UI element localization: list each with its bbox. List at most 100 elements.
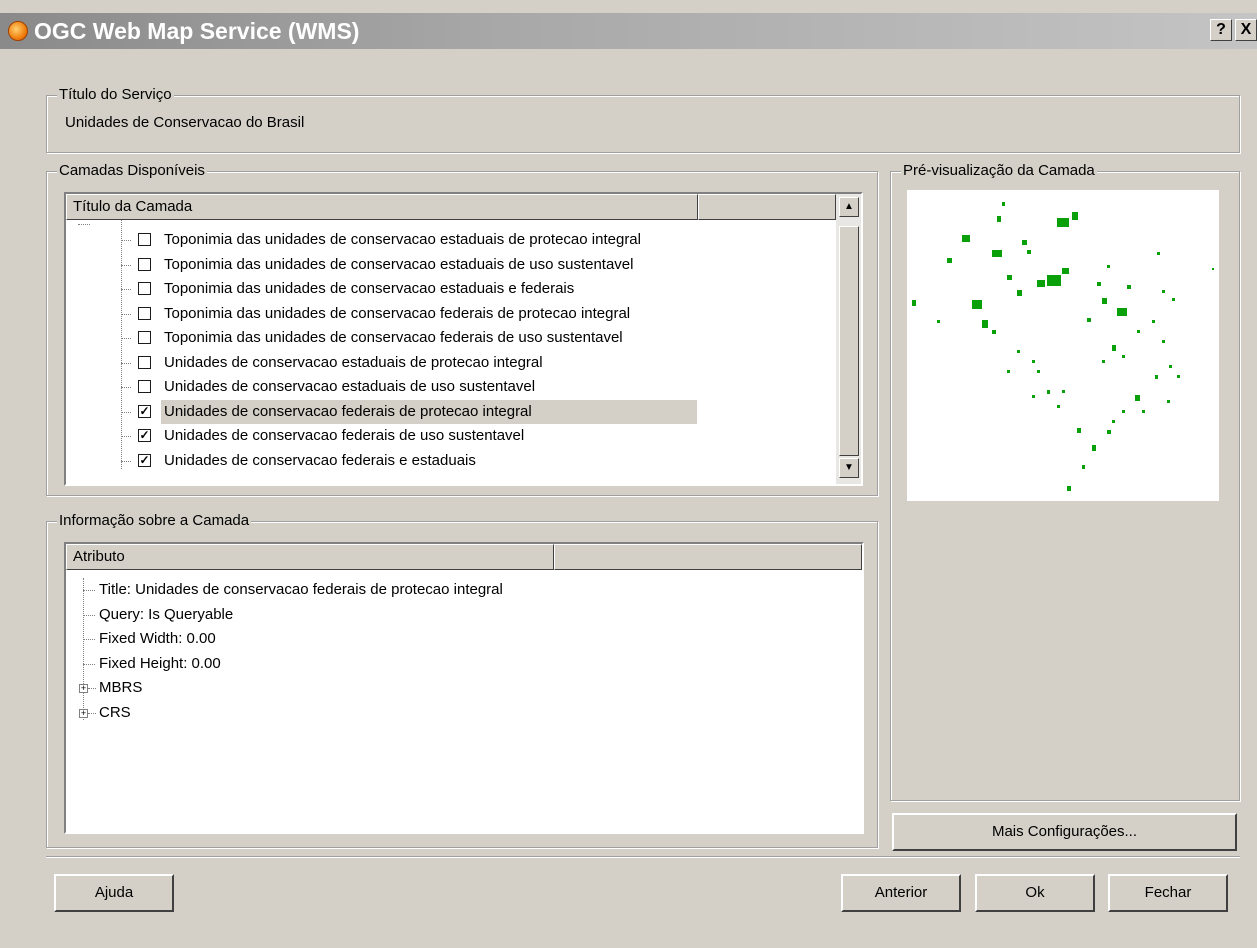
layer-label[interactable]: Toponimia das unidades de conservacao fe… — [161, 326, 626, 350]
checkmark-icon: ✓ — [139, 428, 150, 442]
layer-checkbox[interactable]: ✓ — [138, 403, 151, 418]
attribute-row[interactable]: Title: Unidades de conservacao federais … — [66, 578, 856, 602]
preview-feature — [1142, 410, 1145, 413]
layer-checkbox[interactable] — [138, 355, 151, 369]
preview-feature — [912, 300, 916, 306]
attributes-tree[interactable]: Atributo Title: Unidades de conservacao … — [64, 542, 864, 834]
preview-feature — [1007, 275, 1012, 280]
layer-preview-map — [907, 190, 1219, 501]
checkmark-icon: ✓ — [139, 403, 150, 418]
layer-title-column-header[interactable]: Título da Camada — [66, 194, 698, 220]
attribute-row[interactable]: Query: Is Queryable — [66, 603, 856, 627]
layer-label[interactable]: Unidades de conservacao estaduais de uso… — [161, 375, 538, 399]
preview-feature — [1017, 290, 1022, 296]
layer-row[interactable]: ✓ Unidades de conservacao federais de uso… — [66, 424, 836, 448]
layer-checkbox[interactable] — [138, 331, 151, 344]
layers-scrollbar[interactable]: ▲ ▼ — [836, 194, 861, 484]
layer-checkbox[interactable] — [138, 380, 151, 393]
service-title-value: Unidades de Conservacao do Brasil — [65, 114, 305, 131]
layer-label[interactable]: Toponimia das unidades de conservacao es… — [161, 277, 577, 301]
tree-connector — [88, 712, 96, 714]
layer-row[interactable]: ✓ Unidades de conservacao federais de pro… — [66, 399, 836, 424]
preview-feature — [1162, 340, 1165, 343]
preview-feature — [1092, 445, 1096, 451]
tree-connector — [121, 411, 131, 413]
attribute-value-column-header[interactable] — [554, 544, 862, 570]
tree-connector — [121, 460, 131, 462]
tree-connector — [121, 289, 131, 290]
attribute-label: MBRS — [99, 679, 143, 696]
layer-label[interactable]: Unidades de conservacao federais de uso … — [161, 424, 527, 448]
layers-tree[interactable]: Título da Camada Toponimia das unidades … — [64, 192, 863, 486]
layer-row[interactable]: Unidades de conservacao estaduais de pro… — [66, 351, 836, 375]
scroll-up-icon[interactable]: ▲ — [839, 197, 859, 217]
tree-connector — [121, 264, 131, 266]
preview-feature — [1062, 268, 1069, 274]
preview-feature — [1027, 250, 1031, 254]
layer-label[interactable]: Toponimia das unidades de conservacao es… — [161, 228, 644, 252]
layer-checkbox[interactable] — [138, 233, 151, 246]
scroll-thumb[interactable] — [839, 226, 859, 456]
attribute-row[interactable]: Fixed Height: 0.00 — [66, 652, 856, 676]
preview-feature — [1057, 405, 1060, 408]
preview-feature — [937, 320, 940, 323]
preview-feature — [1152, 320, 1155, 323]
layer-checkbox[interactable]: ✓ — [138, 453, 151, 467]
layer-row[interactable]: Toponimia das unidades de conservacao es… — [66, 228, 836, 252]
layer-label[interactable]: Toponimia das unidades de conservacao fe… — [161, 302, 633, 326]
close-button[interactable]: Fechar — [1108, 874, 1228, 912]
preview-feature — [1077, 428, 1081, 433]
layer-row[interactable]: Toponimia das unidades de conservacao es… — [66, 277, 836, 301]
layer-row[interactable]: Toponimia das unidades de conservacao fe… — [66, 302, 836, 326]
layer-row[interactable]: Toponimia das unidades de conservacao es… — [66, 253, 836, 277]
attribute-label: CRS — [99, 703, 131, 721]
window-title: OGC Web Map Service (WMS) — [34, 18, 360, 44]
preview-feature — [1032, 395, 1035, 398]
layer-extra-column-header[interactable] — [698, 194, 836, 220]
app-globe-icon — [8, 21, 28, 41]
preview-feature — [1057, 218, 1069, 227]
attribute-row[interactable]: + MBRS — [66, 676, 856, 700]
help-button[interactable]: Ajuda — [54, 874, 174, 912]
tree-connector — [121, 338, 131, 339]
preview-feature — [1157, 252, 1160, 255]
preview-feature — [992, 330, 996, 334]
attribute-column-header[interactable]: Atributo — [66, 544, 554, 570]
tree-connector — [121, 240, 131, 241]
expand-plus-icon[interactable]: + — [79, 684, 88, 693]
preview-feature — [1047, 275, 1061, 286]
close-icon[interactable]: X — [1235, 19, 1257, 41]
layer-checkbox[interactable] — [138, 257, 151, 271]
layer-checkbox[interactable] — [138, 282, 151, 295]
layer-checkbox[interactable]: ✓ — [138, 429, 151, 442]
ok-button[interactable]: Ok — [975, 874, 1095, 912]
preview-feature — [1112, 345, 1116, 351]
tree-connector — [121, 313, 131, 315]
footer-divider — [46, 856, 1240, 858]
back-button[interactable]: Anterior — [841, 874, 961, 912]
preview-map-image — [912, 202, 1214, 491]
preview-feature — [1037, 370, 1040, 373]
preview-feature — [1137, 330, 1140, 333]
layer-label[interactable]: Toponimia das unidades de conservacao es… — [161, 253, 636, 277]
tree-connector — [83, 663, 95, 665]
layer-checkbox[interactable] — [138, 306, 151, 320]
layer-row[interactable]: ✓ Unidades de conservacao federais e esta… — [66, 449, 836, 473]
more-settings-button[interactable]: Mais Configurações... — [892, 813, 1237, 851]
preview-feature — [1169, 365, 1172, 368]
layer-row[interactable]: Unidades de conservacao estaduais de uso… — [66, 375, 836, 399]
preview-feature — [1072, 212, 1078, 220]
preview-feature — [1062, 390, 1065, 393]
layer-label[interactable]: Unidades de conservacao estaduais de pro… — [161, 351, 546, 375]
attribute-row[interactable]: + CRS — [66, 701, 856, 725]
layer-label[interactable]: Unidades de conservacao federais e estad… — [161, 449, 479, 473]
layer-info-legend: Informação sobre a Camada — [57, 512, 252, 530]
scroll-down-icon[interactable]: ▼ — [839, 458, 859, 478]
attribute-label: Fixed Height: 0.00 — [99, 654, 221, 672]
attribute-row[interactable]: Fixed Width: 0.00 — [66, 627, 856, 651]
layer-label[interactable]: Unidades de conservacao federais de prot… — [161, 399, 697, 424]
help-icon[interactable]: ? — [1210, 19, 1232, 41]
tree-connector — [121, 436, 131, 437]
layer-row[interactable]: Toponimia das unidades de conservacao fe… — [66, 326, 836, 350]
expand-plus-icon[interactable]: + — [79, 708, 88, 718]
